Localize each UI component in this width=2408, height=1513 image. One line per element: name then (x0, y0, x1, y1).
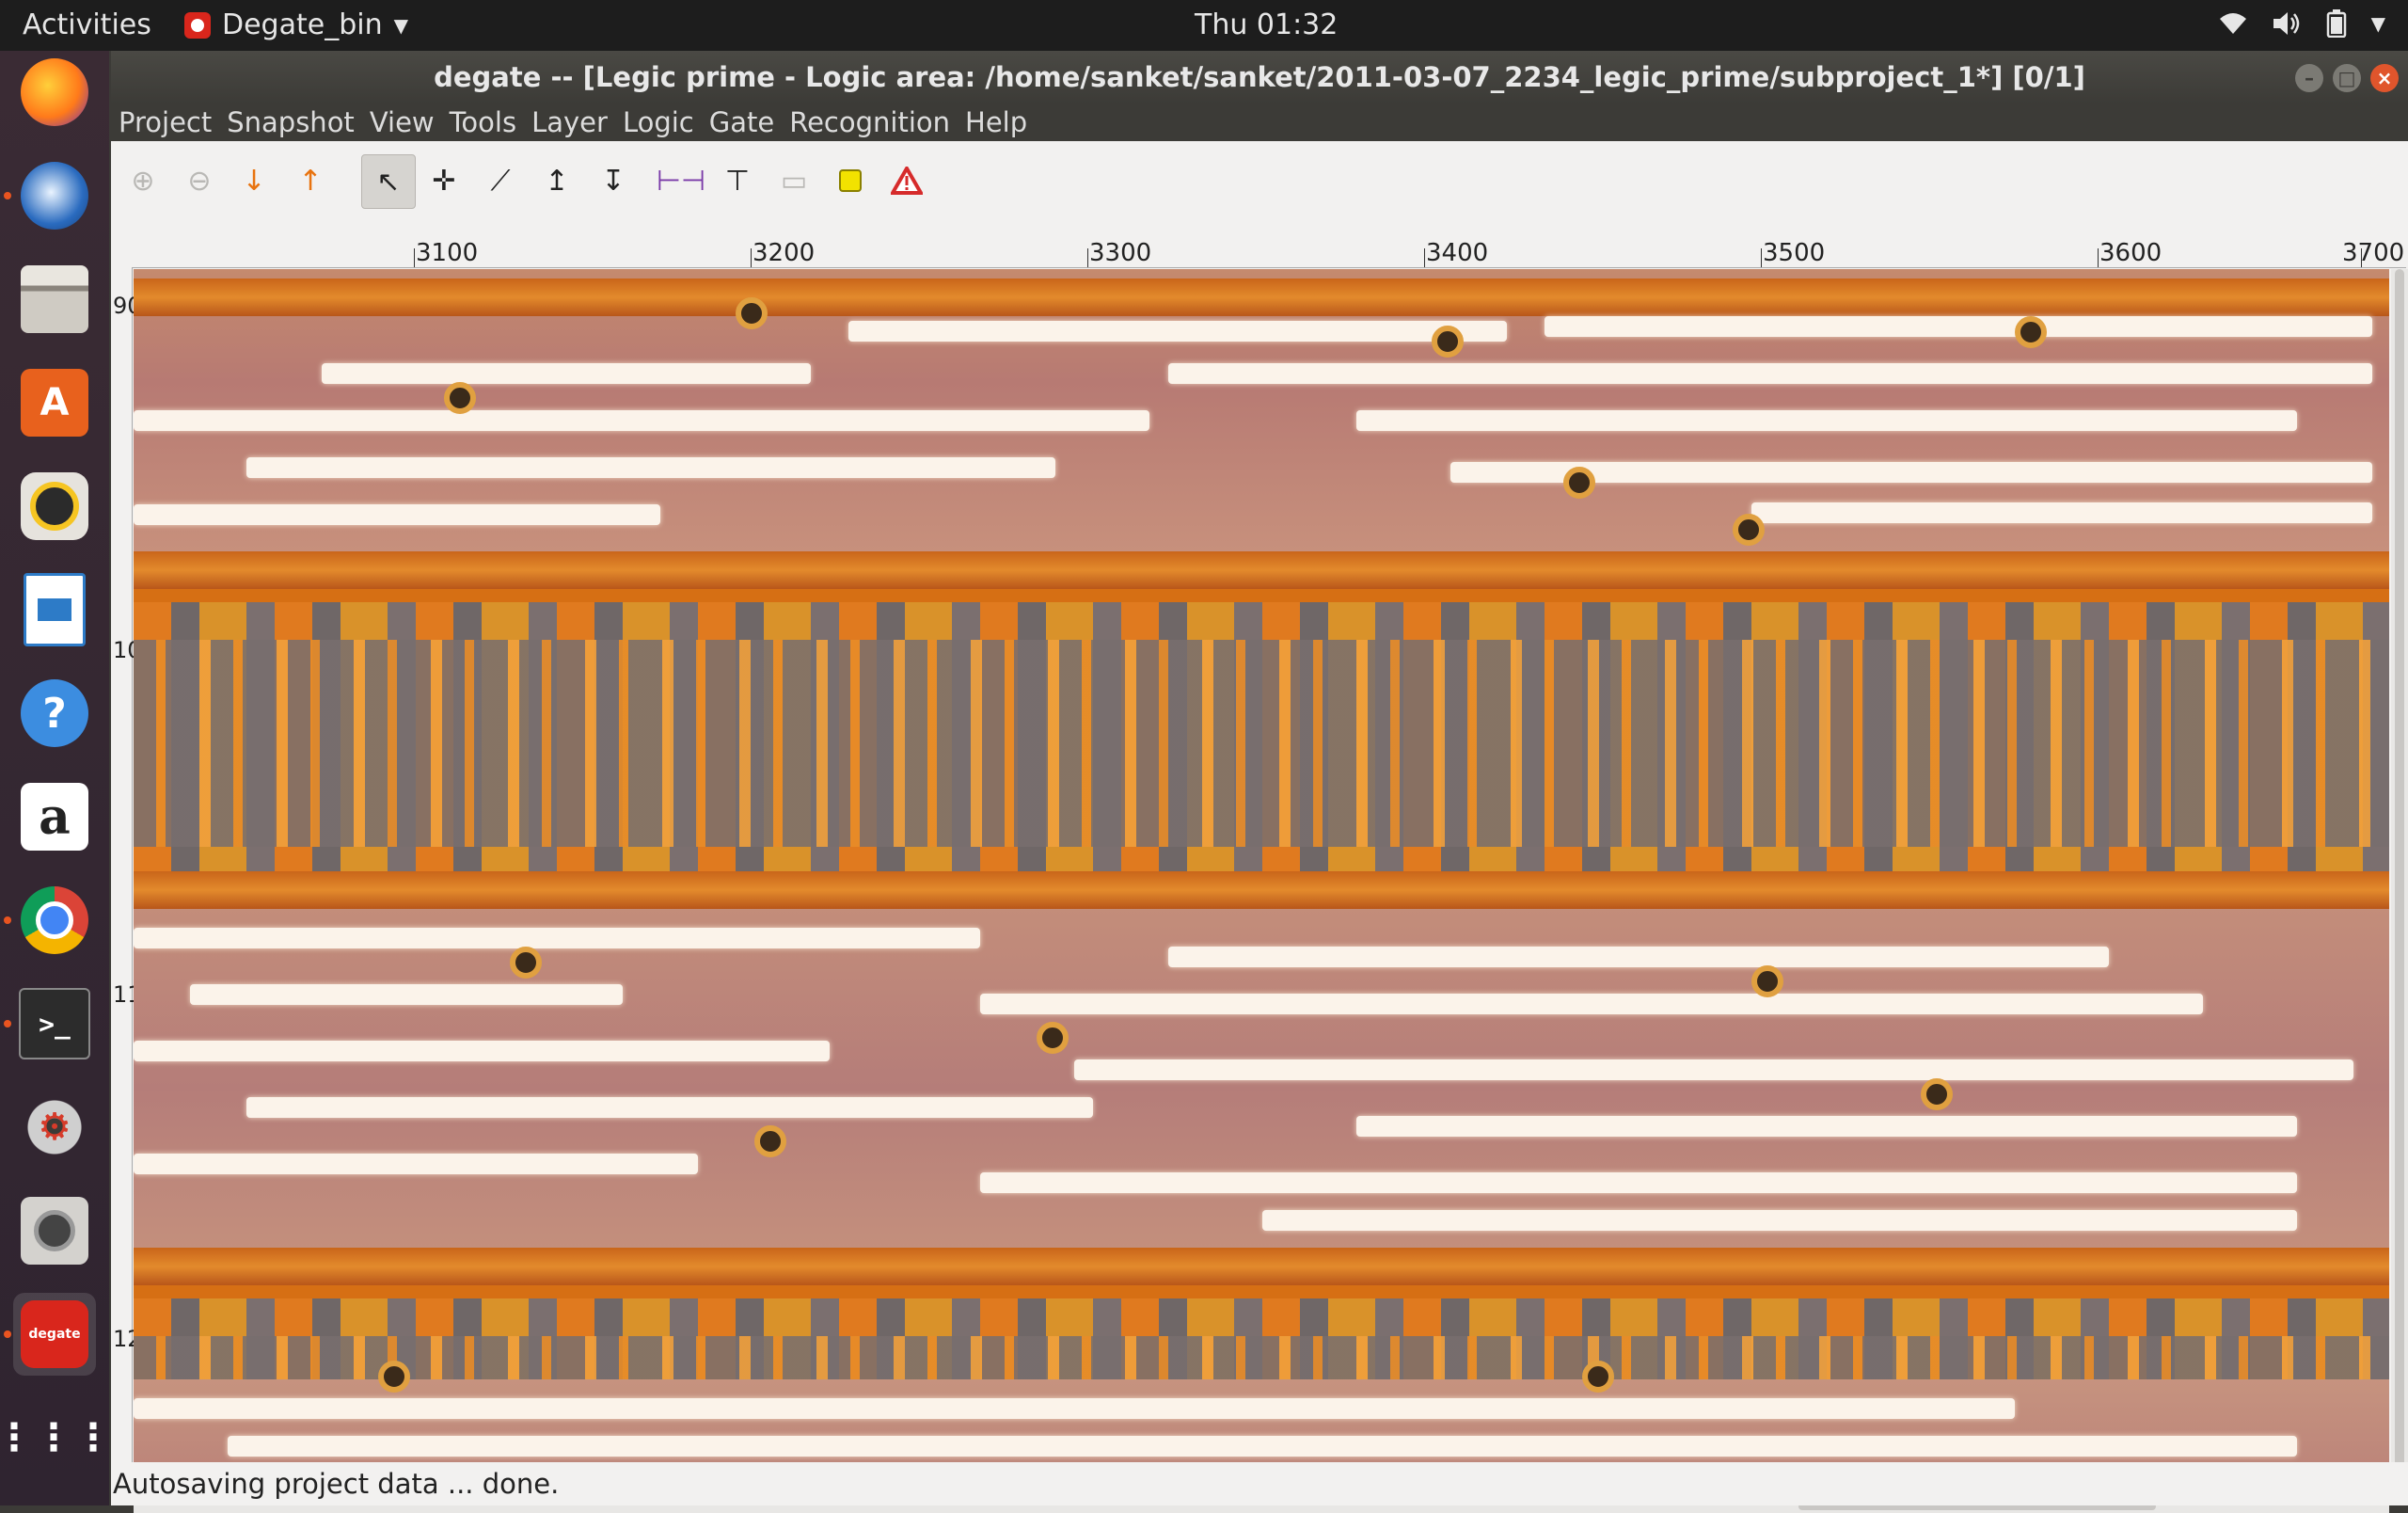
layer-up-icon[interactable]: ↑ (284, 154, 337, 207)
dock-firefox[interactable] (13, 51, 96, 134)
screenshot-icon (21, 1197, 88, 1265)
emarker-icon[interactable]: ▭ (768, 154, 820, 207)
menu-snapshot[interactable]: Snapshot (219, 104, 362, 141)
gate-template-icon[interactable]: ⊢⊣ (655, 154, 707, 207)
dock-settings[interactable]: ⚙ (13, 1086, 96, 1169)
dock-rhythmbox[interactable] (13, 465, 96, 548)
clock[interactable]: Thu 01:32 (1195, 8, 1338, 41)
ruler-label: 3400 (1426, 239, 1489, 267)
move-icon[interactable]: ✛ (418, 154, 470, 207)
amazon-icon: a (21, 783, 88, 851)
ruler-label: 1200 (113, 1328, 170, 1350)
dock-terminal[interactable]: >_ (13, 982, 96, 1065)
volume-icon (2273, 12, 2299, 35)
menu-layer[interactable]: Layer (524, 104, 615, 141)
system-tray[interactable]: ▼ (2219, 9, 2385, 38)
chip-image-canvas[interactable] (134, 269, 2389, 1498)
dock-software[interactable]: A (13, 361, 96, 444)
close-button[interactable]: × (2370, 64, 2399, 92)
libreoffice-impress-icon (24, 573, 86, 646)
launcher-dock: A ? a >_ ⚙ degate ⋮⋮⋮ (0, 51, 114, 1505)
menu-help[interactable]: Help (958, 104, 1035, 141)
logic-cell-row (134, 589, 2389, 898)
window-controls: – □ × (2295, 64, 2399, 92)
app-menu-label: Degate_bin (222, 8, 383, 41)
software-center-icon: A (21, 369, 88, 437)
select-arrow-icon[interactable]: ↖ (361, 154, 416, 209)
vertical-ruler: 900 1000 1100 1200 (111, 267, 170, 1500)
battery-icon (2326, 9, 2346, 38)
activities-button[interactable]: Activities (23, 8, 151, 41)
running-indicator (4, 1020, 11, 1027)
degate-icon: degate (21, 1300, 88, 1368)
ruler-label: 900 (113, 295, 156, 317)
system-settings-icon: ⚙ (21, 1093, 88, 1161)
ruler-label: 1100 (113, 983, 170, 1006)
warning-icon[interactable] (880, 154, 933, 207)
window-title: degate -- [Legic prime - Logic area: /ho… (434, 61, 2085, 93)
terminal-icon: >_ (19, 988, 90, 1059)
rhythmbox-icon (21, 472, 88, 540)
ruler-label: 3300 (1089, 239, 1152, 267)
help-icon: ? (21, 679, 88, 747)
dock-help[interactable]: ? (13, 672, 96, 755)
annotation-icon[interactable] (824, 154, 877, 207)
ruler-label: 3700 (2342, 239, 2405, 267)
layer-down-icon[interactable]: ↓ (228, 154, 280, 207)
dock-chrome[interactable] (13, 879, 96, 962)
ruler-label: 1000 (113, 639, 170, 661)
zoom-in-icon[interactable]: ⊕ (117, 154, 169, 207)
menu-gate[interactable]: Gate (702, 104, 782, 141)
menu-logic[interactable]: Logic (615, 104, 702, 141)
app-menu[interactable]: Degate_bin ▼ (184, 8, 408, 41)
dock-files[interactable] (13, 258, 96, 341)
running-indicator (4, 916, 11, 924)
toolbar: ⊕ ⊖ ↓ ↑ ↖ ✛ ⟋ ↥ ↧ ⊢⊣ ⊤ ▭ (111, 141, 2408, 218)
via-up-icon[interactable]: ↥ (531, 154, 583, 207)
ruler-label: 3500 (1763, 239, 1826, 267)
wire-icon[interactable]: ⟋ (474, 154, 527, 207)
ruler-label: 3100 (416, 239, 479, 267)
dock-show-apps[interactable]: ⋮⋮⋮ (0, 1396, 114, 1479)
dock-amazon[interactable]: a (13, 775, 96, 858)
horizontal-ruler: 3100 3200 3300 3400 3500 3600 3700 (132, 218, 2406, 268)
menu-view[interactable]: View (362, 104, 442, 141)
top-panel: Activities Degate_bin ▼ Thu 01:32 ▼ (0, 0, 2408, 51)
running-indicator (4, 192, 11, 199)
vertical-scrollbar[interactable] (2391, 269, 2408, 1498)
degate-app-icon (184, 11, 211, 39)
ruler-label: 3200 (752, 239, 816, 267)
running-indicator (4, 1330, 11, 1338)
chrome-icon (21, 886, 88, 954)
minimize-button[interactable]: – (2295, 64, 2323, 92)
thunderbird-icon (21, 162, 88, 230)
menu-recognition[interactable]: Recognition (782, 104, 958, 141)
maximize-button[interactable]: □ (2333, 64, 2361, 92)
firefox-icon (21, 58, 88, 126)
files-icon (21, 265, 88, 333)
status-message: Autosaving project data ... done. (113, 1468, 560, 1500)
degate-window: degate -- [Legic prime - Logic area: /ho… (111, 51, 2408, 1513)
show-apps-icon: ⋮⋮⋮ (0, 1416, 114, 1459)
dock-impress[interactable] (13, 568, 96, 651)
dock-thunderbird[interactable] (13, 154, 96, 237)
status-bar: Autosaving project data ... done. (111, 1462, 2408, 1505)
chevron-down-icon: ▼ (2370, 12, 2385, 35)
menu-project[interactable]: Project (111, 104, 219, 141)
menubar: Project Snapshot View Tools Layer Logic … (111, 104, 2408, 141)
chevron-down-icon: ▼ (393, 13, 408, 37)
dock-screenshot[interactable] (13, 1189, 96, 1272)
zoom-out-icon[interactable]: ⊖ (173, 154, 226, 207)
ruler-label: 3600 (2099, 239, 2162, 267)
window-titlebar[interactable]: degate -- [Legic prime - Logic area: /ho… (111, 51, 2408, 104)
via-down-icon[interactable]: ↧ (587, 154, 640, 207)
dock-degate[interactable]: degate (13, 1293, 96, 1376)
menu-tools[interactable]: Tools (442, 104, 524, 141)
gate-port-icon[interactable]: ⊤ (711, 154, 764, 207)
wifi-icon (2219, 13, 2246, 34)
